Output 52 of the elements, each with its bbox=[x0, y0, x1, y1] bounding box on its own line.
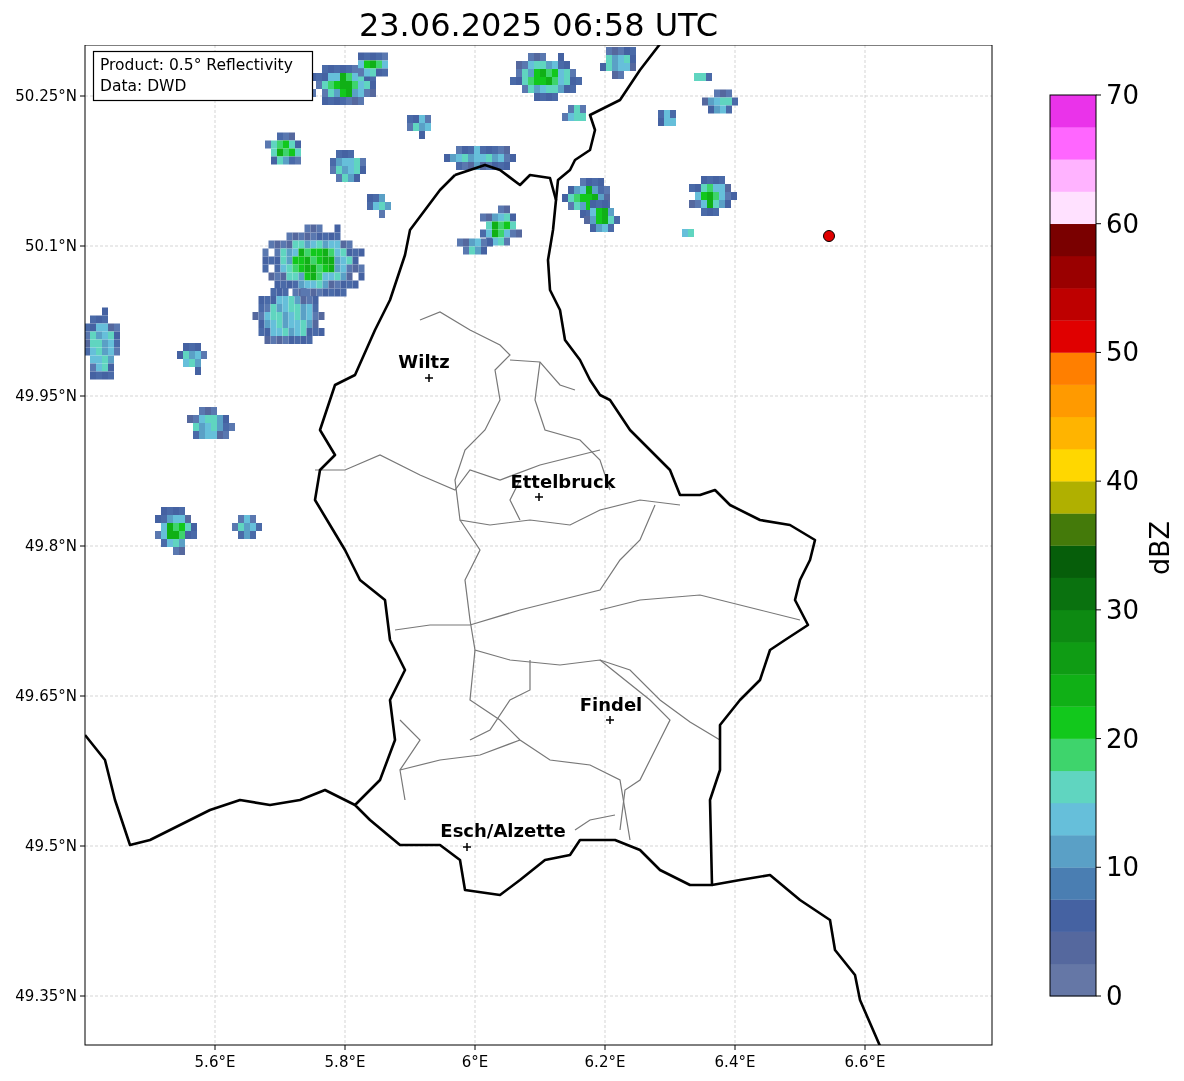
radar-echo bbox=[265, 132, 301, 165]
city-label: Ettelbruck bbox=[510, 471, 616, 492]
axis-tick-label: 6.6°E bbox=[844, 1053, 886, 1071]
colorbar-label: dBZ bbox=[1144, 520, 1175, 576]
colorbar-tick-label: 50 bbox=[1106, 337, 1140, 368]
radar-echo bbox=[187, 407, 235, 439]
city-marker-icon bbox=[534, 492, 544, 502]
colorbar-tick-label: 70 bbox=[1106, 80, 1140, 110]
radar-echo bbox=[658, 110, 676, 126]
axis-tick-label: 49.95°N bbox=[15, 387, 77, 405]
city-label: Esch/Alzette bbox=[440, 820, 566, 841]
radar-echo bbox=[444, 146, 516, 170]
radar-echo bbox=[600, 47, 636, 79]
radar-echo bbox=[510, 53, 582, 101]
city-label: Wiltz bbox=[398, 351, 450, 372]
radar-echo bbox=[702, 89, 738, 114]
radar-echo bbox=[584, 200, 620, 232]
axis-tick-label: 6.4°E bbox=[714, 1053, 756, 1071]
station-marker bbox=[823, 230, 835, 242]
city-marker-icon bbox=[462, 842, 472, 852]
axis-tick-label: 5.6°E bbox=[194, 1053, 236, 1071]
axis-tick-label: 6°E bbox=[461, 1053, 489, 1071]
axis-tick-label: 49.8°N bbox=[24, 537, 77, 555]
radar-echo bbox=[330, 150, 366, 182]
city-marker-icon bbox=[605, 715, 615, 725]
colorbar-tick-label: 0 bbox=[1106, 981, 1123, 1011]
info-text: Data: DWD bbox=[100, 77, 187, 95]
axis-tick-label: 49.5°N bbox=[24, 837, 77, 855]
axis-tick-label: 50.25°N bbox=[15, 87, 77, 105]
radar-echo bbox=[562, 105, 586, 121]
colorbar-tick-label: 20 bbox=[1106, 723, 1140, 754]
radar-echo bbox=[367, 194, 391, 218]
radar-echo bbox=[689, 176, 737, 216]
axis-tick-label: 6.2°E bbox=[584, 1053, 626, 1071]
axis-tick-label: 50.1°N bbox=[24, 237, 77, 255]
colorbar-tick-label: 30 bbox=[1106, 594, 1140, 625]
axis-tick-label: 49.35°N bbox=[15, 987, 77, 1005]
radar-echo bbox=[407, 115, 431, 139]
radar-echo bbox=[232, 515, 262, 539]
colorbar-tick-label: 10 bbox=[1106, 852, 1140, 883]
radar-echo bbox=[155, 507, 197, 555]
radar-echo bbox=[177, 343, 207, 375]
axis-tick-label: 5.8°E bbox=[324, 1053, 366, 1071]
chart-title: 23.06.2025 06:58 UTC bbox=[357, 5, 720, 45]
radar-echo bbox=[694, 73, 712, 81]
radar-echo bbox=[682, 229, 694, 237]
city-label: Findel bbox=[579, 694, 643, 715]
colorbar-tick-label: 40 bbox=[1106, 466, 1140, 497]
axis-tick-label: 49.65°N bbox=[15, 687, 77, 705]
colorbar-tick-label: 60 bbox=[1106, 208, 1140, 239]
city-marker-icon bbox=[424, 373, 434, 383]
info-text: Product: 0.5° Reflectivity bbox=[100, 56, 293, 74]
